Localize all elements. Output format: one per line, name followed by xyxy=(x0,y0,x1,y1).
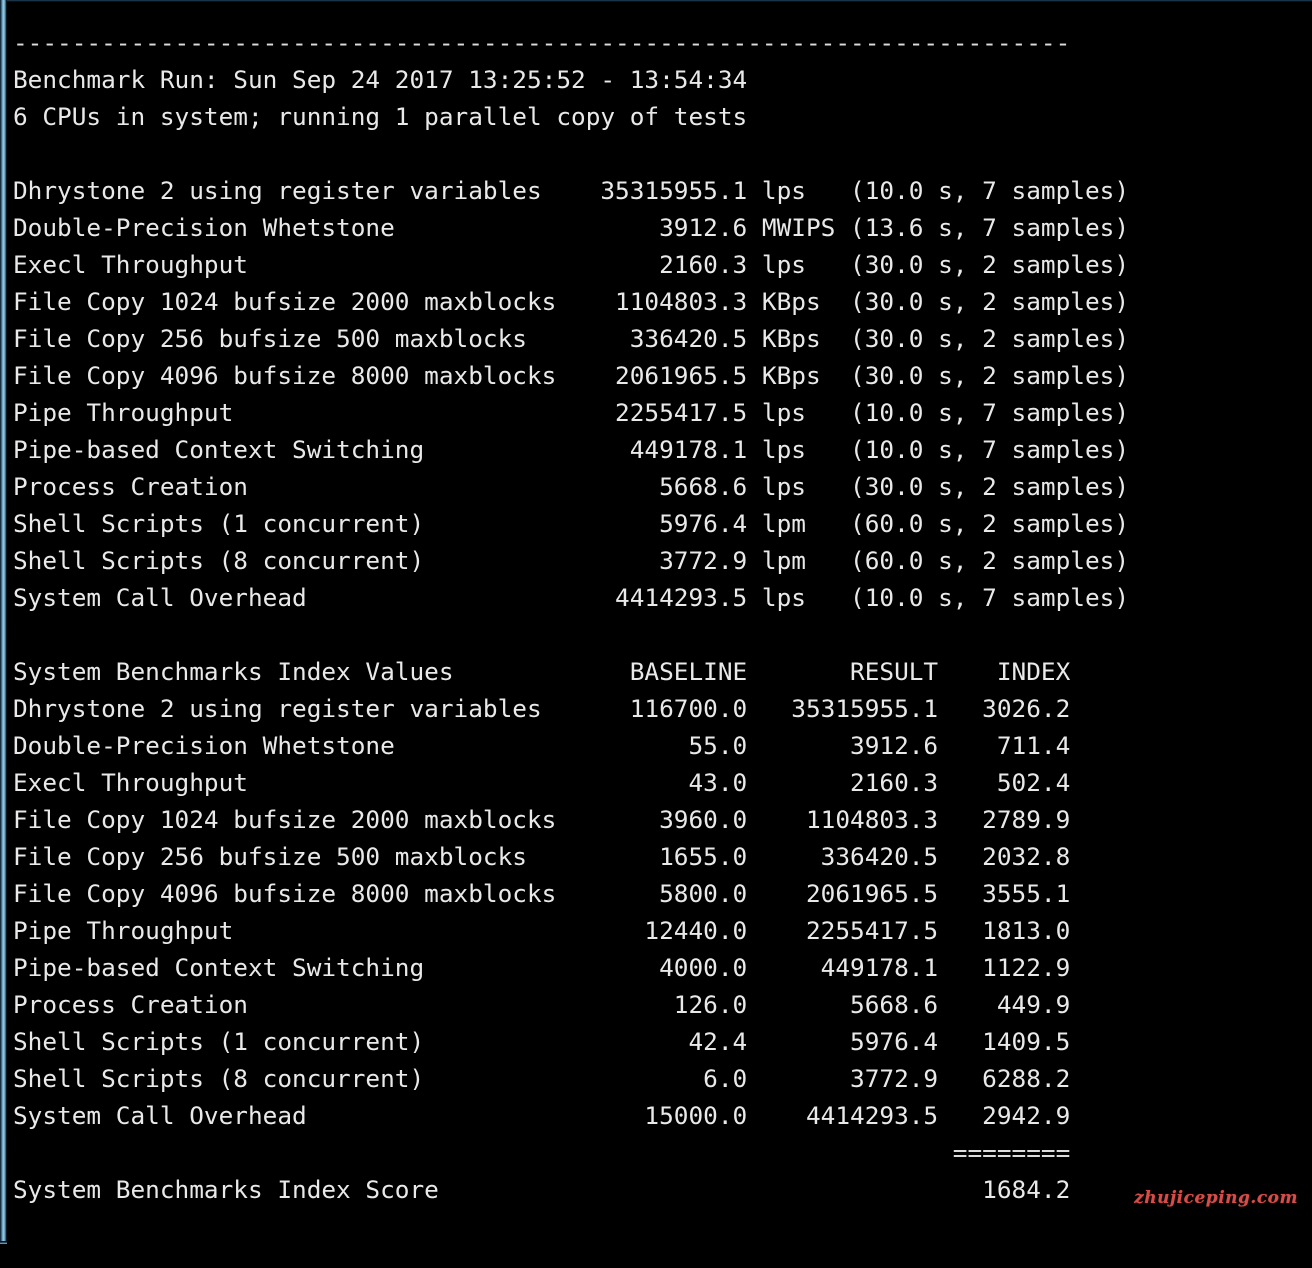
top-separator-rule: ----------------------------------------… xyxy=(13,28,1071,58)
benchmark-run-line: Benchmark Run: Sun Sep 24 2017 13:25:52 … xyxy=(13,65,748,95)
index-table-header: System Benchmarks Index Values BASELINE … xyxy=(13,657,1071,687)
final-index-score-line: System Benchmarks Index Score 1684.2 xyxy=(13,1175,1071,1205)
raw-result-row-0: Dhrystone 2 using register variables 353… xyxy=(13,176,1130,206)
index-table-row-8: Process Creation 126.0 5668.6 449.9 xyxy=(13,990,1071,1020)
raw-result-row-5: File Copy 4096 bufsize 8000 maxblocks 20… xyxy=(13,361,1130,391)
index-table-row-11: System Call Overhead 15000.0 4414293.5 2… xyxy=(13,1101,1071,1131)
index-table-row-7: Pipe-based Context Switching 4000.0 4491… xyxy=(13,953,1071,983)
index-table-row-3: File Copy 1024 bufsize 2000 maxblocks 39… xyxy=(13,805,1071,835)
index-table-row-0: Dhrystone 2 using register variables 116… xyxy=(13,694,1071,724)
spacer-line-4 xyxy=(7,1245,1312,1268)
window-edge-top xyxy=(0,0,1312,2)
spacer-line-3 xyxy=(7,1208,1312,1245)
index-table-row-4: File Copy 256 bufsize 500 maxblocks 1655… xyxy=(13,842,1071,872)
index-table-row-10: Shell Scripts (8 concurrent) 6.0 3772.9 … xyxy=(13,1064,1071,1094)
site-watermark: zhujiceping.com xyxy=(1134,1188,1298,1208)
index-table-row-9: Shell Scripts (1 concurrent) 42.4 5976.4… xyxy=(13,1027,1071,1057)
index-table-row-1: Double-Precision Whetstone 55.0 3912.6 7… xyxy=(13,731,1071,761)
index-score-rule: ======== xyxy=(13,1138,1071,1168)
raw-result-row-4: File Copy 256 bufsize 500 maxblocks 3364… xyxy=(13,324,1130,354)
index-table-row-2: Execl Throughput 43.0 2160.3 502.4 xyxy=(13,768,1071,798)
raw-result-row-3: File Copy 1024 bufsize 2000 maxblocks 11… xyxy=(13,287,1130,317)
raw-result-row-7: Pipe-based Context Switching 449178.1 lp… xyxy=(13,435,1130,465)
raw-result-row-11: System Call Overhead 4414293.5 lps (10.0… xyxy=(13,583,1130,613)
raw-result-row-6: Pipe Throughput 2255417.5 lps (10.0 s, 7… xyxy=(13,398,1130,428)
terminal-window: ----------------------------------------… xyxy=(0,0,1312,1268)
index-table-row-5: File Copy 4096 bufsize 8000 maxblocks 58… xyxy=(13,879,1071,909)
raw-result-row-2: Execl Throughput 2160.3 lps (30.0 s, 2 s… xyxy=(13,250,1130,280)
raw-result-row-8: Process Creation 5668.6 lps (30.0 s, 2 s… xyxy=(13,472,1130,502)
spacer-line-2 xyxy=(7,616,1312,653)
window-edge-left xyxy=(0,0,7,1244)
raw-result-row-9: Shell Scripts (1 concurrent) 5976.4 lpm … xyxy=(13,509,1130,539)
raw-result-row-10: Shell Scripts (8 concurrent) 3772.9 lpm … xyxy=(13,546,1130,576)
console-output: ----------------------------------------… xyxy=(7,24,1312,1268)
index-table-row-6: Pipe Throughput 12440.0 2255417.5 1813.0 xyxy=(13,916,1071,946)
cpu-count-line: 6 CPUs in system; running 1 parallel cop… xyxy=(13,102,748,132)
raw-result-row-1: Double-Precision Whetstone 3912.6 MWIPS … xyxy=(13,213,1130,243)
